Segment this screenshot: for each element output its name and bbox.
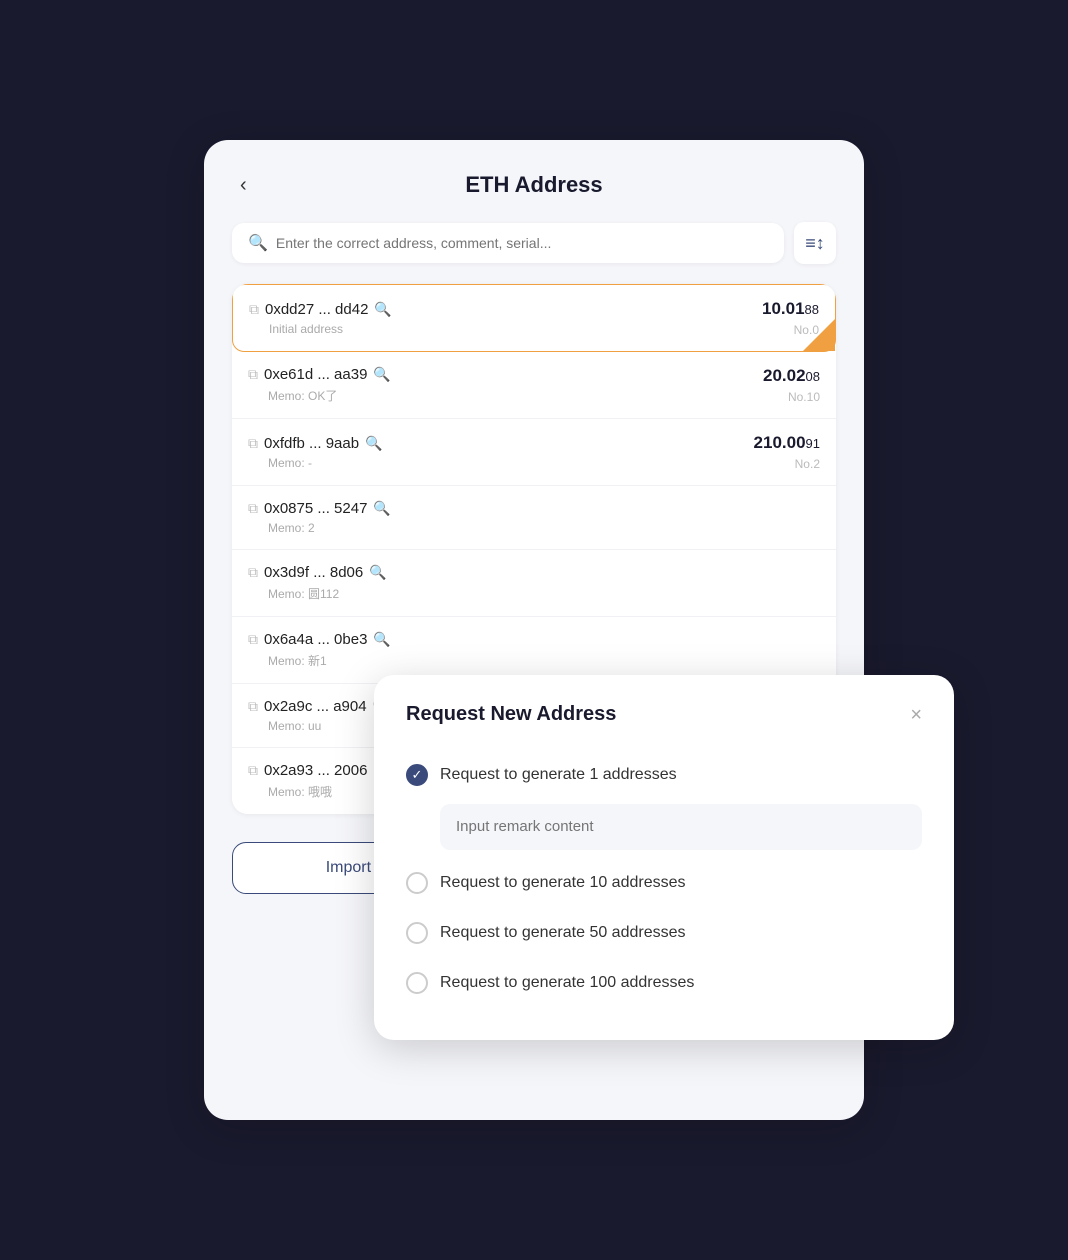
back-button[interactable]: ‹	[232, 170, 255, 201]
check-icon-1: ✓	[412, 767, 423, 783]
memo-4: Memo: 圆112	[268, 585, 387, 602]
balance-0: 10.0188	[762, 299, 819, 319]
remark-input-wrapper	[440, 804, 922, 850]
filter-button[interactable]: ≡↕	[794, 222, 836, 264]
option-row-1[interactable]: ✓ Request to generate 1 addresses	[406, 750, 922, 800]
memo-3: Memo: 2	[268, 521, 391, 535]
address-text-2: 0xfdfb ... 9aab	[264, 435, 359, 452]
memo-5: Memo: 新1	[268, 652, 391, 669]
option-label-2: Request to generate 10 addresses	[440, 874, 686, 892]
request-modal: Request New Address × ✓ Request to gener…	[374, 675, 954, 1040]
address-text-7: 0x2a93 ... 2006	[264, 762, 367, 779]
copy-icon-0[interactable]: ⧉	[249, 301, 259, 318]
memo-7: Memo: 哦哦	[268, 783, 391, 800]
serial-2: No.2	[795, 457, 820, 471]
radio-1[interactable]: ✓	[406, 764, 428, 786]
address-text-4: 0x3d9f ... 8d06	[264, 564, 363, 581]
address-item-2[interactable]: ⧉ 0xfdfb ... 9aab 🔍 Memo: - 210.0091 No.…	[232, 419, 836, 486]
option-row-2[interactable]: Request to generate 10 addresses	[406, 858, 922, 908]
modal-title: Request New Address	[406, 703, 616, 726]
address-text-6: 0x2a9c ... a904	[264, 698, 367, 715]
main-card: ‹ ETH Address 🔍 ≡↕ ⧉ 0xdd27 ... dd42 🔍 I…	[204, 140, 864, 1120]
radio-3[interactable]	[406, 922, 428, 944]
search-addr-icon-3[interactable]: 🔍	[373, 500, 390, 517]
copy-icon-4[interactable]: ⧉	[248, 564, 258, 581]
address-item-5[interactable]: ⧉ 0x6a4a ... 0be3 🔍 Memo: 新1	[232, 617, 836, 684]
header: ‹ ETH Address	[232, 172, 836, 198]
memo-0: Initial address	[269, 322, 392, 336]
radio-4[interactable]	[406, 972, 428, 994]
address-text-5: 0x6a4a ... 0be3	[264, 631, 367, 648]
copy-icon-5[interactable]: ⧉	[248, 631, 258, 648]
balance-2: 210.0091	[754, 433, 820, 453]
search-icon: 🔍	[248, 233, 268, 253]
search-box: 🔍	[232, 223, 784, 263]
memo-2: Memo: -	[268, 456, 383, 470]
address-text-0: 0xdd27 ... dd42	[265, 301, 368, 318]
search-row: 🔍 ≡↕	[232, 222, 836, 264]
address-item-0[interactable]: ⧉ 0xdd27 ... dd42 🔍 Initial address 10.0…	[232, 284, 836, 352]
copy-icon-2[interactable]: ⧉	[248, 435, 258, 452]
copy-icon-1[interactable]: ⧉	[248, 366, 258, 383]
search-addr-icon-4[interactable]: 🔍	[369, 564, 386, 581]
option-row-3[interactable]: Request to generate 50 addresses	[406, 908, 922, 958]
copy-icon-6[interactable]: ⧉	[248, 698, 258, 715]
radio-2[interactable]	[406, 872, 428, 894]
address-text-3: 0x0875 ... 5247	[264, 500, 367, 517]
remark-input[interactable]	[456, 818, 906, 835]
search-addr-icon-5[interactable]: 🔍	[373, 631, 390, 648]
search-addr-icon-0[interactable]: 🔍	[374, 301, 391, 318]
address-item-1[interactable]: ⧉ 0xe61d ... aa39 🔍 Memo: OK了 20.0208 No…	[232, 352, 836, 419]
modal-header: Request New Address ×	[406, 703, 922, 726]
serial-1: No.10	[788, 390, 820, 404]
modal-close-button[interactable]: ×	[910, 705, 922, 725]
orange-corner	[803, 319, 835, 351]
option-row-4[interactable]: Request to generate 100 addresses	[406, 958, 922, 1008]
search-input[interactable]	[276, 235, 768, 251]
search-addr-icon-2[interactable]: 🔍	[365, 435, 382, 452]
memo-6: Memo: uu	[268, 719, 390, 733]
modal-options: ✓ Request to generate 1 addresses Reques…	[406, 750, 922, 1008]
address-item-4[interactable]: ⧉ 0x3d9f ... 8d06 🔍 Memo: 圆112	[232, 550, 836, 617]
copy-icon-3[interactable]: ⧉	[248, 500, 258, 517]
page-title: ETH Address	[465, 172, 602, 198]
option-label-1: Request to generate 1 addresses	[440, 766, 677, 784]
copy-icon-7[interactable]: ⧉	[248, 762, 258, 779]
search-addr-icon-1[interactable]: 🔍	[373, 366, 390, 383]
option-label-3: Request to generate 50 addresses	[440, 924, 686, 942]
balance-1: 20.0208	[763, 366, 820, 386]
address-text-1: 0xe61d ... aa39	[264, 366, 367, 383]
address-item-3[interactable]: ⧉ 0x0875 ... 5247 🔍 Memo: 2	[232, 486, 836, 550]
option-label-4: Request to generate 100 addresses	[440, 974, 694, 992]
memo-1: Memo: OK了	[268, 387, 391, 404]
